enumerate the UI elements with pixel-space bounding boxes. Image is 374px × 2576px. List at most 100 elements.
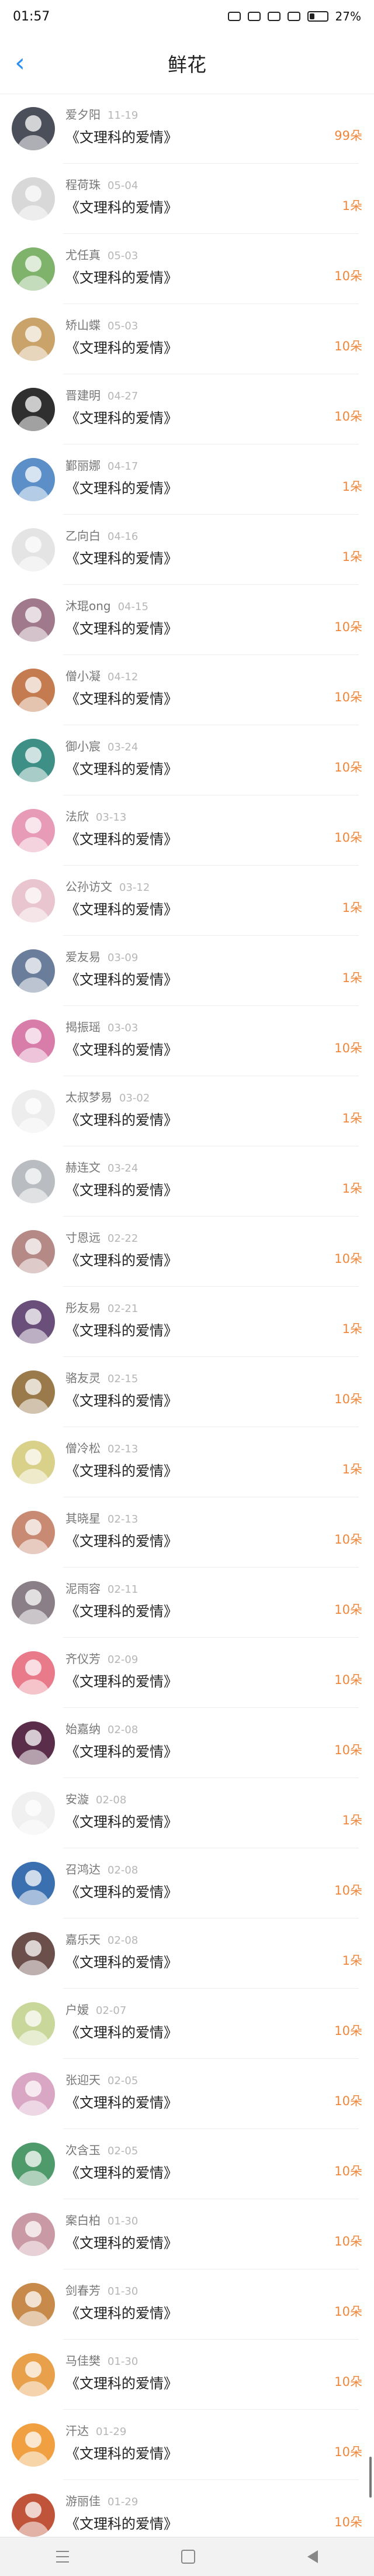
user-name[interactable]: 户嫒 bbox=[65, 2003, 89, 2017]
avatar[interactable] bbox=[12, 1090, 55, 1133]
avatar[interactable] bbox=[12, 949, 55, 993]
list-item[interactable]: 泥雨容 02-11 《文理科的爱情》 10朵 bbox=[0, 1568, 374, 1638]
list-item[interactable]: 寸恩远 02-22 《文理科的爱情》 10朵 bbox=[0, 1217, 374, 1287]
book-title[interactable]: 《文理科的爱情》 bbox=[65, 1461, 362, 1481]
list-item[interactable]: 安漩 02-08 《文理科的爱情》 1朵 bbox=[0, 1778, 374, 1848]
book-title[interactable]: 《文理科的爱情》 bbox=[65, 1812, 362, 1832]
user-name[interactable]: 乙向白 bbox=[65, 529, 101, 543]
user-name[interactable]: 安漩 bbox=[65, 1792, 89, 1806]
book-title[interactable]: 《文理科的爱情》 bbox=[65, 900, 362, 919]
user-name[interactable]: 程荷珠 bbox=[65, 178, 101, 192]
user-name[interactable]: 始嘉纳 bbox=[65, 1722, 101, 1736]
avatar[interactable] bbox=[12, 598, 55, 642]
book-title[interactable]: 《文理科的爱情》 bbox=[65, 2163, 362, 2183]
book-title[interactable]: 《文理科的爱情》 bbox=[65, 2233, 362, 2253]
user-name[interactable]: 寸恩远 bbox=[65, 1231, 101, 1245]
book-title[interactable]: 《文理科的爱情》 bbox=[65, 1952, 362, 1972]
avatar[interactable] bbox=[12, 1932, 55, 1975]
list-item[interactable]: 召鸿达 02-08 《文理科的爱情》 10朵 bbox=[0, 1848, 374, 1919]
list-item[interactable]: 骆友灵 02-15 《文理科的爱情》 10朵 bbox=[0, 1357, 374, 1427]
avatar[interactable] bbox=[12, 2072, 55, 2116]
list-item[interactable]: 鄞丽娜 04-17 《文理科的爱情》 1朵 bbox=[0, 445, 374, 515]
avatar[interactable] bbox=[12, 1862, 55, 1905]
book-title[interactable]: 《文理科的爱情》 bbox=[65, 198, 362, 218]
book-title[interactable]: 《文理科的爱情》 bbox=[65, 2444, 362, 2464]
user-name[interactable]: 爱夕阳 bbox=[65, 108, 101, 122]
book-title[interactable]: 《文理科的爱情》 bbox=[65, 1110, 362, 1130]
user-name[interactable]: 齐仪芳 bbox=[65, 1652, 101, 1666]
avatar[interactable] bbox=[12, 1441, 55, 1484]
user-name[interactable]: 公孙访文 bbox=[65, 880, 112, 894]
avatar[interactable] bbox=[12, 1370, 55, 1414]
list-item[interactable]: 彤友易 02-21 《文理科的爱情》 1朵 bbox=[0, 1287, 374, 1357]
book-title[interactable]: 《文理科的爱情》 bbox=[65, 268, 362, 288]
list-item[interactable]: 其晓星 02-13 《文理科的爱情》 10朵 bbox=[0, 1497, 374, 1568]
avatar[interactable] bbox=[12, 2002, 55, 2045]
avatar[interactable] bbox=[12, 1300, 55, 1344]
list-item[interactable]: 法欣 03-13 《文理科的爱情》 10朵 bbox=[0, 795, 374, 866]
avatar[interactable] bbox=[12, 2213, 55, 2256]
avatar[interactable] bbox=[12, 1020, 55, 1063]
user-name[interactable]: 嘉乐天 bbox=[65, 1933, 101, 1947]
user-name[interactable]: 骆友灵 bbox=[65, 1371, 101, 1385]
list-item[interactable]: 爱夕阳 11-19 《文理科的爱情》 99朵 bbox=[0, 94, 374, 164]
list-item[interactable]: 公孙访文 03-12 《文理科的爱情》 1朵 bbox=[0, 866, 374, 936]
avatar[interactable] bbox=[12, 2423, 55, 2467]
user-name[interactable]: 法欣 bbox=[65, 810, 89, 824]
avatar[interactable] bbox=[12, 107, 55, 150]
book-title[interactable]: 《文理科的爱情》 bbox=[65, 970, 362, 990]
book-title[interactable]: 《文理科的爱情》 bbox=[65, 1321, 362, 1341]
list-item[interactable]: 始嘉纳 02-08 《文理科的爱情》 10朵 bbox=[0, 1708, 374, 1778]
avatar[interactable] bbox=[12, 528, 55, 571]
book-title[interactable]: 《文理科的爱情》 bbox=[65, 128, 362, 147]
avatar[interactable] bbox=[12, 318, 55, 361]
avatar[interactable] bbox=[12, 2283, 55, 2326]
list-item[interactable]: 赫连文 03-24 《文理科的爱情》 1朵 bbox=[0, 1146, 374, 1217]
user-name[interactable]: 僧小凝 bbox=[65, 669, 101, 683]
user-name[interactable]: 案白柏 bbox=[65, 2213, 101, 2227]
user-name[interactable]: 彤友易 bbox=[65, 1301, 101, 1315]
user-name[interactable]: 矫山蝶 bbox=[65, 318, 101, 332]
avatar[interactable] bbox=[12, 1581, 55, 1624]
list-item[interactable]: 案白柏 01-30 《文理科的爱情》 10朵 bbox=[0, 2199, 374, 2270]
menu-icon[interactable] bbox=[56, 2551, 69, 2563]
book-title[interactable]: 《文理科的爱情》 bbox=[65, 549, 362, 569]
avatar[interactable] bbox=[12, 879, 55, 922]
avatar[interactable] bbox=[12, 2494, 55, 2537]
user-name[interactable]: 次含玉 bbox=[65, 2143, 101, 2157]
list-item[interactable]: 乙向白 04-16 《文理科的爱情》 1朵 bbox=[0, 515, 374, 585]
user-name[interactable]: 尤任真 bbox=[65, 248, 101, 262]
back-button[interactable]: ‹ bbox=[6, 49, 34, 77]
book-title[interactable]: 《文理科的爱情》 bbox=[65, 2374, 362, 2394]
user-name[interactable]: 御小宸 bbox=[65, 739, 101, 753]
avatar[interactable] bbox=[12, 739, 55, 782]
list-item[interactable]: 汗达 01-29 《文理科的爱情》 10朵 bbox=[0, 2410, 374, 2480]
user-name[interactable]: 太叔梦易 bbox=[65, 1090, 112, 1104]
user-name[interactable]: 晋建明 bbox=[65, 388, 101, 402]
user-name[interactable]: 剑春芳 bbox=[65, 2284, 101, 2298]
user-name[interactable]: 鄞丽娜 bbox=[65, 459, 101, 473]
list-item[interactable]: 爱友易 03-09 《文理科的爱情》 1朵 bbox=[0, 936, 374, 1006]
user-name[interactable]: 游丽佳 bbox=[65, 2494, 101, 2508]
list-item[interactable]: 次含玉 02-05 《文理科的爱情》 10朵 bbox=[0, 2129, 374, 2199]
user-name[interactable]: 揭振瑶 bbox=[65, 1020, 101, 1034]
book-title[interactable]: 《文理科的爱情》 bbox=[65, 478, 362, 498]
book-title[interactable]: 《文理科的爱情》 bbox=[65, 1742, 362, 1762]
user-name[interactable]: 汗达 bbox=[65, 2424, 89, 2438]
user-name[interactable]: 僧冷松 bbox=[65, 1441, 101, 1455]
list-item[interactable]: 御小宸 03-24 《文理科的爱情》 10朵 bbox=[0, 725, 374, 795]
list-item[interactable]: 张迎天 02-05 《文理科的爱情》 10朵 bbox=[0, 2059, 374, 2129]
avatar[interactable] bbox=[12, 2143, 55, 2186]
avatar[interactable] bbox=[12, 1160, 55, 1203]
list-item[interactable]: 程荷珠 05-04 《文理科的爱情》 1朵 bbox=[0, 164, 374, 234]
book-title[interactable]: 《文理科的爱情》 bbox=[65, 408, 362, 428]
scrollbar[interactable] bbox=[369, 2457, 372, 2498]
avatar[interactable] bbox=[12, 2353, 55, 2396]
avatar[interactable] bbox=[12, 809, 55, 852]
avatar[interactable] bbox=[12, 1792, 55, 1835]
book-title[interactable]: 《文理科的爱情》 bbox=[65, 1391, 362, 1411]
avatar[interactable] bbox=[12, 388, 55, 431]
user-name[interactable]: 马佳樊 bbox=[65, 2354, 101, 2368]
book-title[interactable]: 《文理科的爱情》 bbox=[65, 829, 362, 849]
book-title[interactable]: 《文理科的爱情》 bbox=[65, 2303, 362, 2323]
